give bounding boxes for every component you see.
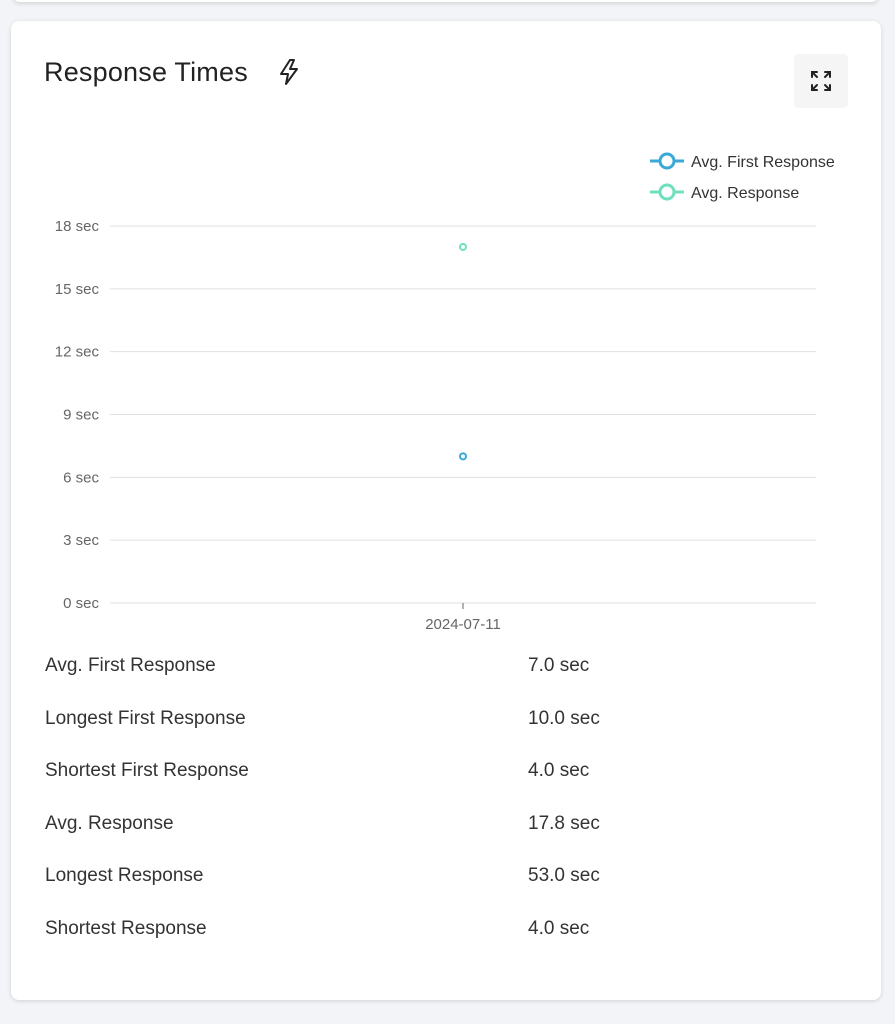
legend-label: Avg. First Response xyxy=(691,154,835,171)
stat-row: Avg. Response 17.8 sec xyxy=(45,801,845,854)
expand-icon xyxy=(811,71,831,91)
stat-row: Shortest Response 4.0 sec xyxy=(45,906,845,959)
lightning-bolt-icon xyxy=(280,59,298,85)
response-times-chart: Avg. First Response Avg. Response 0 sec 3 … xyxy=(55,152,835,633)
legend-item[interactable]: Avg. Response xyxy=(650,183,799,202)
legend-swatch-marker xyxy=(658,183,676,201)
legend-label: Avg. Response xyxy=(691,185,799,202)
y-tick-label: 12 sec xyxy=(55,344,100,361)
legend-item[interactable]: Avg. First Response xyxy=(650,152,835,171)
x-axis-ticks: 2024-07-11 xyxy=(425,603,501,633)
stat-row: Avg. First Response 7.0 sec xyxy=(45,643,845,696)
stat-label: Longest Response xyxy=(45,865,204,887)
legend-swatch-marker xyxy=(658,152,676,170)
stat-label: Avg. Response xyxy=(45,812,174,834)
y-tick-label: 3 sec xyxy=(63,532,99,549)
stat-row: Longest Response 53.0 sec xyxy=(45,853,845,906)
y-tick-label: 18 sec xyxy=(55,218,100,235)
y-tick-label: 6 sec xyxy=(63,469,99,486)
stat-value: 17.8 sec xyxy=(528,812,600,834)
y-tick-label: 9 sec xyxy=(63,407,99,424)
stat-value: 7.0 sec xyxy=(528,655,590,676)
card-title: Response Times xyxy=(44,57,248,87)
stat-row: Longest First Response 10.0 sec xyxy=(45,696,845,749)
y-tick-label: 15 sec xyxy=(55,281,100,298)
response-times-card: Response Times Avg. First Response Avg. R… xyxy=(11,21,881,1000)
stats-table: Avg. First Response 7.0 sec Longest Firs… xyxy=(45,643,845,959)
x-tick-label: 2024-07-11 xyxy=(425,616,501,633)
stat-value: 10.0 sec xyxy=(528,707,600,729)
stat-value: 53.0 sec xyxy=(528,865,600,887)
data-point[interactable] xyxy=(459,242,467,251)
previous-card-edge xyxy=(12,0,879,2)
data-point[interactable] xyxy=(459,452,467,461)
y-axis-ticks: 0 sec 3 sec 6 sec 9 sec 12 sec 15 sec 18 sec xyxy=(55,218,100,612)
stat-label: Longest First Response xyxy=(45,707,246,729)
y-tick-label: 0 sec xyxy=(63,595,99,612)
expand-button[interactable] xyxy=(794,54,848,108)
stat-label: Avg. First Response xyxy=(45,655,216,676)
stat-value: 4.0 sec xyxy=(528,760,590,782)
stat-label: Shortest Response xyxy=(45,917,207,939)
stat-row: Shortest First Response 4.0 sec xyxy=(45,748,845,801)
chart-grid xyxy=(110,225,816,604)
stat-label: Shortest First Response xyxy=(45,760,249,782)
stat-value: 4.0 sec xyxy=(528,917,590,939)
chart-legend: Avg. First Response Avg. Response xyxy=(650,152,835,202)
